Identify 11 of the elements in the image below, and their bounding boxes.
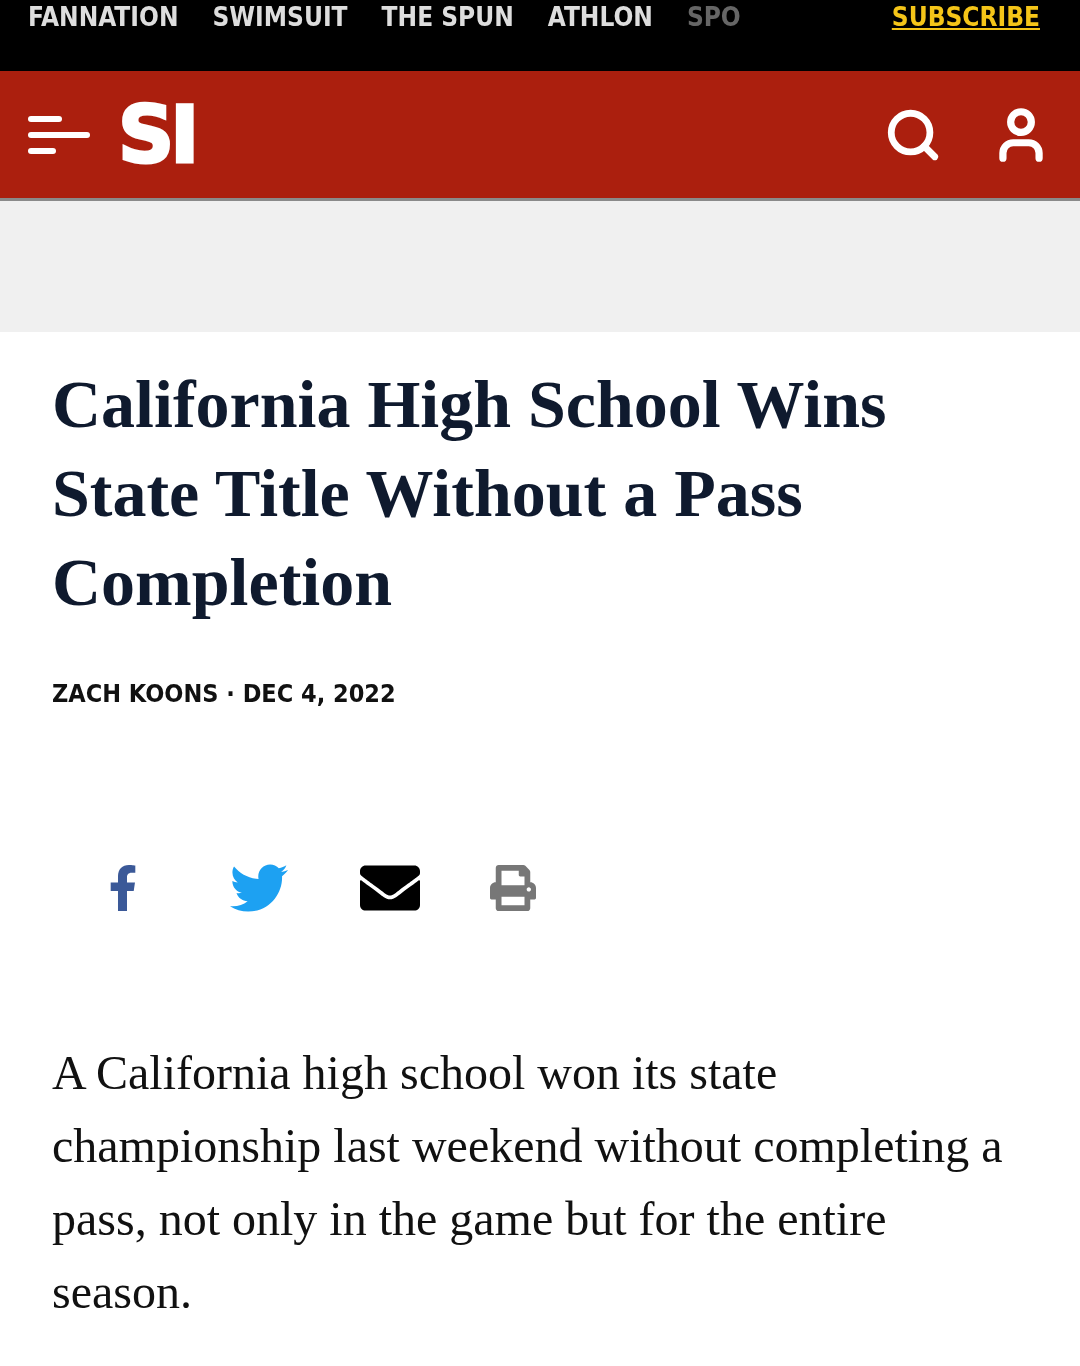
site-logo[interactable]: SI [118, 89, 196, 180]
nav-link[interactable]: ATHLON [547, 2, 653, 32]
article-title: California High School Wins State Title Without a Pass Completion [52, 365, 888, 622]
article-paragraph: A California high school won its state championship last weekend without completing a pass, not only in the game but for the entire season. [52, 1045, 1004, 1320]
nav-link[interactable]: SWIMSUIT [212, 2, 348, 32]
print-icon [490, 865, 536, 911]
subscribe-link[interactable]: SUBSCRIBE [891, 2, 1040, 32]
nav-link[interactable]: SPO [686, 2, 741, 32]
nav-link[interactable]: THE SPUN [381, 2, 514, 32]
nav-link[interactable]: FANNATION [28, 2, 179, 32]
byline: ZACH KOONS · DEC 4, 2022 [52, 679, 397, 708]
